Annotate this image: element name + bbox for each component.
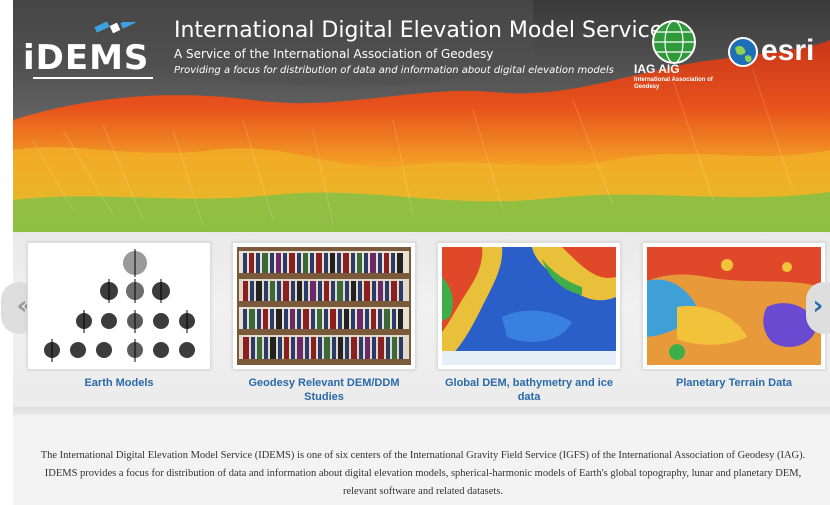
carousel-card-geodesy-studies[interactable] (232, 242, 416, 370)
header-banner: iDEMS International Digital Elevation Mo… (13, 0, 830, 232)
featured-carousel: « Earth Models Geodesy Relevant DEM/DDM … (1, 232, 830, 415)
iag-logo-text: IAG AIG (634, 62, 680, 76)
world-dem-map-icon (442, 247, 616, 365)
carousel-card-earth-models[interactable] (27, 242, 211, 370)
iag-logo-subtext: International Association of Geodesy (634, 77, 713, 90)
carousel-card-label-planetary-terrain[interactable]: Planetary Terrain Data (639, 376, 829, 390)
planetary-terrain-map-icon (647, 247, 821, 365)
carousel-card-label-earth-models[interactable]: Earth Models (24, 376, 214, 390)
carousel-next-button[interactable]: › (806, 282, 830, 334)
idems-logo[interactable]: iDEMS (23, 22, 158, 82)
esri-globe-icon (728, 37, 758, 67)
chevron-right-icon: › (812, 291, 824, 321)
bookshelf-icon (237, 247, 411, 365)
globe-icon (652, 20, 696, 64)
esri-logo-text: esri (761, 34, 815, 67)
site-title: International Digital Elevation Model Se… (174, 18, 664, 43)
carousel-card-label-geodesy-studies[interactable]: Geodesy Relevant DEM/DDM Studies (229, 376, 419, 404)
idems-logo-text: iDEMS (23, 38, 150, 78)
esri-logo[interactable]: esri (727, 34, 822, 72)
iag-logo[interactable]: IAG AIG International Association of Geo… (634, 16, 714, 100)
site-subtitle: A Service of the International Associati… (174, 47, 494, 61)
carousel-shadow (13, 407, 830, 415)
description-text: The International Digital Elevation Mode… (40, 450, 806, 497)
carousel-card-global-dem[interactable] (437, 242, 621, 370)
spherical-harmonics-icon (32, 247, 206, 365)
site-tagline: Providing a focus for distribution of da… (174, 65, 614, 76)
carousel-card-label-global-dem[interactable]: Global DEM, bathymetry and ice data (434, 376, 624, 404)
carousel-card-planetary-terrain[interactable] (642, 242, 826, 370)
description-panel: The International Digital Elevation Mode… (13, 415, 830, 505)
